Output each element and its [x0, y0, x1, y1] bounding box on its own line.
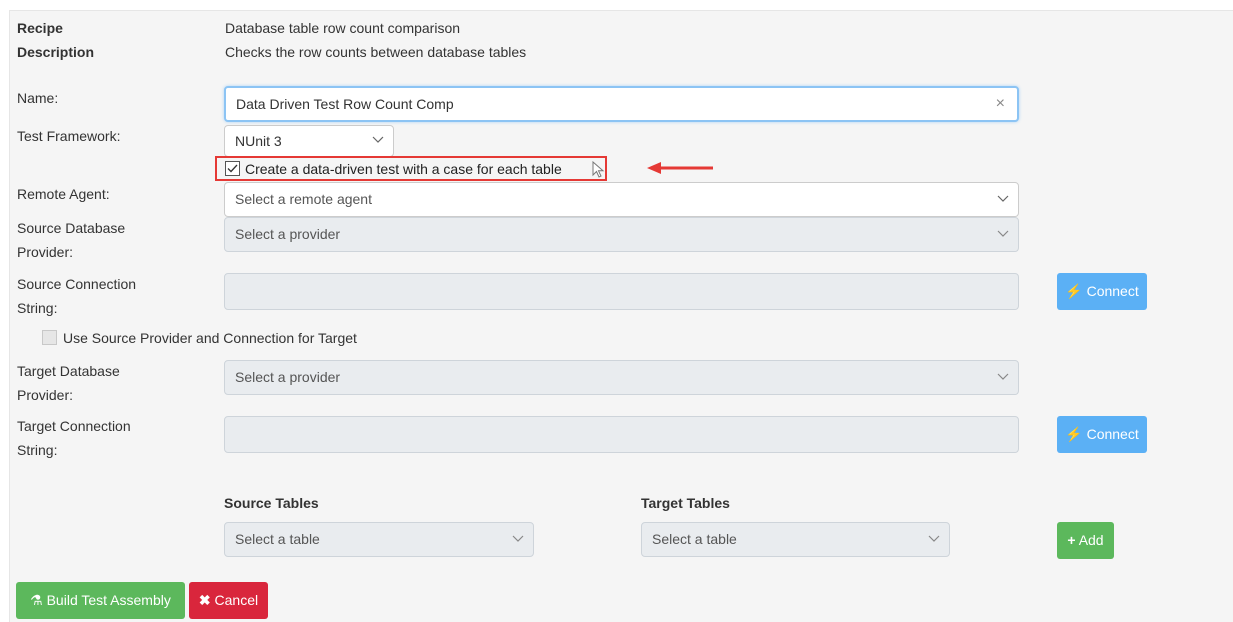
checkmark-icon [227, 164, 238, 173]
remote-agent-value: Select a remote agent [235, 191, 372, 207]
chevron-down-icon [997, 373, 1009, 382]
target-provider-value: Select a provider [235, 369, 341, 385]
use-source-checkbox[interactable] [42, 330, 57, 345]
chevron-down-icon [997, 195, 1009, 204]
clear-icon[interactable]: × [996, 88, 1005, 120]
chevron-down-icon [372, 136, 384, 145]
remote-agent-label: Remote Agent: [17, 186, 110, 202]
target-tables-heading: Target Tables [641, 495, 730, 511]
plug-icon: ⚡ [1065, 426, 1083, 442]
chevron-down-icon [997, 230, 1009, 239]
plug-icon: ⚡ [1065, 283, 1083, 299]
target-connect-button[interactable]: ⚡ Connect [1057, 416, 1147, 453]
name-input-value: Data Driven Test Row Count Comp [236, 96, 454, 112]
data-driven-label: Create a data-driven test with a case fo… [245, 161, 562, 177]
target-connect-label: Connect [1086, 426, 1139, 442]
target-connection-label-line2: String: [17, 442, 58, 458]
target-table-value: Select a table [652, 531, 737, 547]
description-value: Checks the row counts between database t… [225, 44, 527, 60]
source-table-value: Select a table [235, 531, 320, 547]
source-table-select[interactable]: Select a table [224, 522, 534, 557]
recipe-form-panel: Recipe Database table row count comparis… [9, 10, 1233, 622]
plus-icon: + [1067, 532, 1076, 548]
add-label: Add [1078, 532, 1104, 548]
name-label: Name: [17, 90, 59, 106]
recipe-value: Database table row count comparison [225, 20, 461, 36]
name-input[interactable]: Data Driven Test Row Count Comp × [224, 86, 1019, 122]
chevron-down-icon [512, 535, 524, 544]
target-connection-label-line1: Target Connection [17, 418, 131, 434]
target-provider-select[interactable]: Select a provider [224, 360, 1019, 395]
test-framework-select[interactable]: NUnit 3 [224, 125, 394, 157]
cursor-icon [592, 160, 606, 182]
data-driven-checkbox[interactable] [225, 161, 240, 176]
flask-icon: ⚗ [30, 592, 43, 608]
source-provider-label-line2: Provider: [17, 244, 74, 260]
target-provider-label-line1: Target Database [17, 363, 120, 379]
target-table-select[interactable]: Select a table [641, 522, 950, 557]
cancel-label: Cancel [214, 592, 259, 608]
source-provider-value: Select a provider [235, 226, 341, 242]
use-source-label: Use Source Provider and Connection for T… [63, 330, 357, 346]
cancel-button[interactable]: ✖ Cancel [189, 582, 268, 619]
source-provider-label-line1: Source Database [17, 220, 126, 236]
source-connection-label-line2: String: [17, 300, 58, 316]
recipe-label: Recipe [17, 20, 63, 36]
description-label: Description [17, 44, 95, 60]
source-connect-label: Connect [1086, 283, 1139, 299]
test-framework-value: NUnit 3 [235, 133, 282, 149]
source-connect-button[interactable]: ⚡ Connect [1057, 273, 1147, 310]
source-provider-select[interactable]: Select a provider [224, 217, 1019, 252]
arrow-annotation-icon [645, 159, 715, 180]
close-icon: ✖ [198, 592, 211, 608]
source-tables-heading: Source Tables [224, 495, 319, 511]
test-framework-label: Test Framework: [17, 128, 121, 144]
build-test-assembly-button[interactable]: ⚗ Build Test Assembly [16, 582, 185, 619]
target-connection-input[interactable] [224, 416, 1019, 453]
chevron-down-icon [928, 535, 940, 544]
remote-agent-select[interactable]: Select a remote agent [224, 182, 1019, 217]
source-connection-input[interactable] [224, 273, 1019, 310]
source-connection-label-line1: Source Connection [17, 276, 137, 292]
add-button[interactable]: + Add [1057, 522, 1114, 559]
build-label: Build Test Assembly [46, 592, 171, 608]
target-provider-label-line2: Provider: [17, 387, 74, 403]
